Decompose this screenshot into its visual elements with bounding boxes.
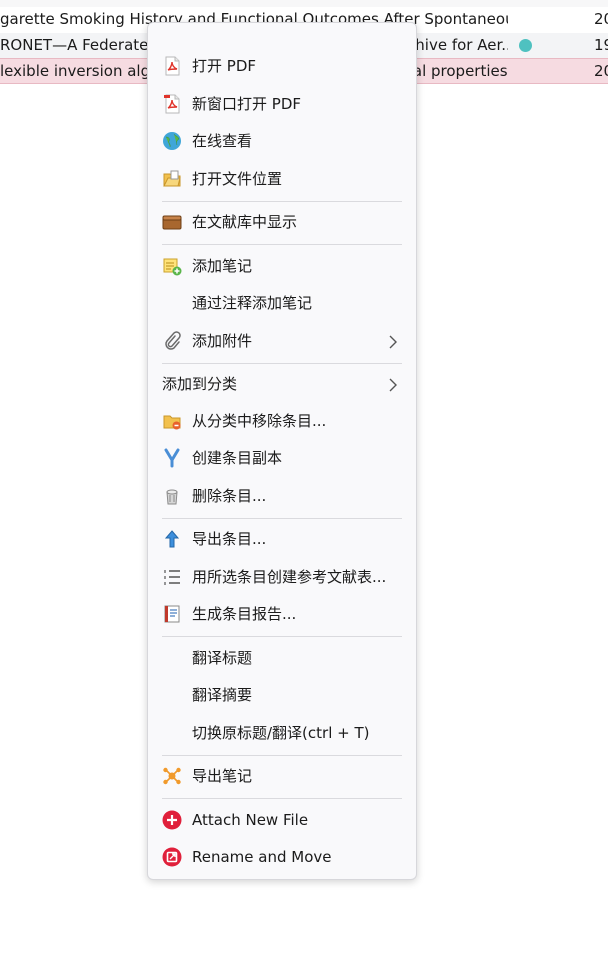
menu-item-label: 添加到分类 [162, 375, 238, 393]
menu-item-translate-abstract[interactable]: 翻译摘要 [148, 680, 418, 710]
status-dot [519, 39, 532, 52]
rename-move-icon [162, 847, 182, 867]
menu-item-label: 导出笔记 [192, 767, 253, 785]
menu-item-label: Attach New File [192, 811, 309, 829]
globe-icon [162, 131, 182, 151]
menu-item-label: 创建条目副本 [192, 449, 283, 467]
menu-item-label: 在线查看 [192, 132, 253, 150]
chevron-right-icon [386, 334, 400, 349]
menu-item-open-file-location[interactable]: 打开文件位置 [148, 164, 418, 194]
menu-item-rename-and-move[interactable]: Rename and Move [148, 842, 418, 872]
menu-item-duplicate-item[interactable]: 创建条目副本 [148, 443, 418, 473]
menu-item-create-bibliography[interactable]: 用所选条目创建参考文献表... [148, 562, 418, 592]
menu-item-label: 切换原标题/翻译(ctrl + T) [192, 724, 370, 742]
menu-separator [162, 201, 402, 202]
menu-item-label: 新窗口打开 PDF [192, 95, 301, 113]
menu-item-open-pdf-new-window[interactable]: 新窗口打开 PDF [148, 89, 418, 119]
menu-separator [162, 798, 402, 799]
menu-item-label: 导出条目... [192, 530, 267, 548]
menu-item-label: 通过注释添加笔记 [192, 294, 313, 312]
plus-circle-icon [162, 810, 182, 830]
row-year: 20 [594, 10, 608, 28]
menu-separator [162, 244, 402, 245]
menu-item-label: 添加笔记 [192, 257, 253, 275]
folder-open-icon [162, 169, 182, 189]
menu-item-delete-item[interactable]: 删除条目... [148, 481, 418, 511]
menu-item-label: 添加附件 [192, 332, 253, 350]
export-notes-icon [162, 766, 182, 786]
chevron-right-icon [386, 377, 400, 392]
menu-item-label: 打开 PDF [192, 57, 256, 75]
library-box-icon [162, 212, 182, 232]
menu-item-remove-from-collection[interactable]: 从分类中移除条目... [148, 406, 418, 436]
menu-item-label: 在文献库中显示 [192, 213, 298, 231]
bibliography-list-icon [162, 567, 182, 587]
pdf-new-window-icon [162, 94, 182, 114]
duplicate-icon [162, 448, 182, 468]
menu-item-label: 用所选条目创建参考文献表... [192, 568, 387, 586]
menu-item-add-to-collection[interactable]: 添加到分类 [148, 369, 418, 399]
menu-item-label: 翻译摘要 [192, 686, 253, 704]
trash-icon [162, 486, 182, 506]
menu-item-translate-title[interactable]: 翻译标题 [148, 643, 418, 673]
row-year: 20 [594, 62, 608, 80]
menu-separator [162, 363, 402, 364]
paperclip-icon [162, 331, 182, 351]
add-note-icon [162, 256, 182, 276]
menu-item-view-online[interactable]: 在线查看 [148, 126, 418, 156]
menu-item-add-note-from-annotations[interactable]: 通过注释添加笔记 [148, 288, 418, 318]
pdf-icon [162, 56, 182, 76]
menu-item-show-in-library[interactable]: 在文献库中显示 [148, 207, 418, 237]
context-menu: 打开 PDF 新窗口打开 PDF 在线查看 打开文件位置 在文献库中显示 添加笔… [147, 22, 417, 880]
menu-item-label: 生成条目报告... [192, 605, 297, 623]
menu-item-export-item[interactable]: 导出条目... [148, 524, 418, 554]
folder-remove-icon [162, 411, 182, 431]
menu-separator [162, 518, 402, 519]
menu-item-label: 删除条目... [192, 487, 267, 505]
report-icon [162, 604, 182, 624]
menu-item-label: 打开文件位置 [192, 170, 283, 188]
menu-item-label: 从分类中移除条目... [192, 412, 327, 430]
menu-separator [162, 636, 402, 637]
row-year: 19 [594, 36, 608, 54]
menu-item-add-note[interactable]: 添加笔记 [148, 251, 418, 281]
menu-item-generate-report[interactable]: 生成条目报告... [148, 599, 418, 629]
menu-item-label: Rename and Move [192, 848, 332, 866]
export-arrow-icon [162, 529, 182, 549]
menu-item-toggle-title-translation[interactable]: 切换原标题/翻译(ctrl + T) [148, 718, 418, 748]
menu-item-label: 翻译标题 [192, 649, 253, 667]
menu-item-attach-new-file[interactable]: Attach New File [148, 805, 418, 835]
menu-item-export-notes[interactable]: 导出笔记 [148, 761, 418, 791]
menu-separator [162, 755, 402, 756]
menu-item-open-pdf[interactable]: 打开 PDF [148, 51, 418, 81]
menu-item-add-attachment[interactable]: 添加附件 [148, 326, 418, 356]
